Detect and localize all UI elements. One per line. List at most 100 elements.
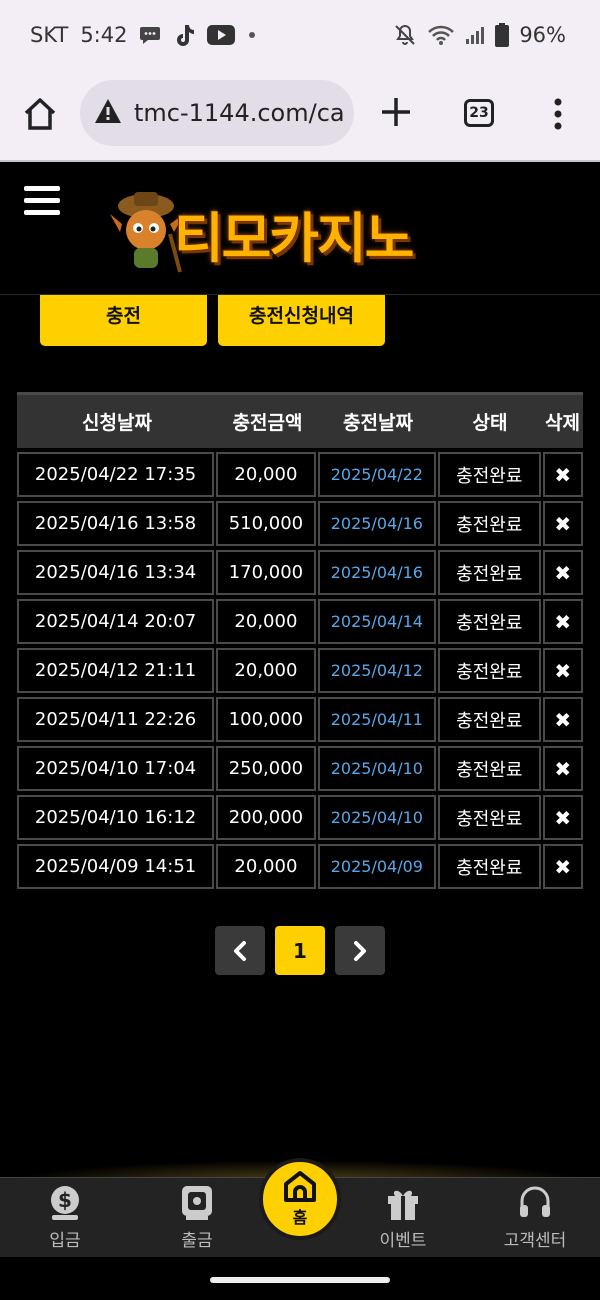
tabs-icon[interactable]: 23 xyxy=(464,99,494,127)
delete-icon[interactable]: ✖ xyxy=(542,599,583,644)
table-row: 2025/04/11 22:26 100,000 2025/04/11 충전완료 ✖ xyxy=(17,697,583,742)
table-row: 2025/04/16 13:58 510,000 2025/04/16 충전완료 ✖ xyxy=(17,501,583,546)
pagination: 1 xyxy=(215,926,385,975)
cell-status: 충전완료 xyxy=(438,746,541,791)
cell-charge-date: 2025/04/16 xyxy=(317,550,436,595)
site-logo[interactable]: 티모카지노 xyxy=(108,184,478,274)
next-page-button[interactable] xyxy=(335,926,385,975)
delete-icon[interactable]: ✖ xyxy=(542,844,583,889)
chevron-right-icon xyxy=(354,940,366,961)
delete-icon[interactable]: ✖ xyxy=(542,452,583,497)
tab-count: 23 xyxy=(469,105,489,121)
header-delete: 삭제 xyxy=(545,412,580,434)
mute-icon xyxy=(393,23,417,47)
delete-icon[interactable]: ✖ xyxy=(542,550,583,595)
site-header: 티모카지노 xyxy=(0,162,600,295)
browser-toolbar: tmc-1144.com/ca 23 xyxy=(0,70,600,162)
hamburger-menu-icon[interactable] xyxy=(24,186,60,218)
prev-page-button[interactable] xyxy=(215,926,265,975)
cell-charge-date: 2025/04/22 xyxy=(317,452,436,497)
cell-amount: 20,000 xyxy=(216,648,316,693)
cell-amount: 510,000 xyxy=(216,501,316,546)
battery-icon xyxy=(495,23,510,47)
url-text[interactable]: tmc-1144.com/ca xyxy=(134,99,345,127)
charge-history-table: 신청날짜 충전금액 충전날짜 상태 삭제 2025/04/22 17:35 20,… xyxy=(17,392,583,889)
cell-status: 충전완료 xyxy=(438,599,541,644)
plus-icon[interactable] xyxy=(378,94,414,130)
status-bar: SKT 5:42 96% xyxy=(0,0,600,70)
gesture-bar xyxy=(0,1257,600,1300)
more-icon[interactable] xyxy=(548,96,568,132)
nav-deposit-label: 입금 xyxy=(49,1231,81,1251)
carrier-label: SKT xyxy=(30,23,69,47)
warning-icon[interactable] xyxy=(94,98,122,128)
cell-status: 충전완료 xyxy=(438,452,541,497)
table-row: 2025/04/10 16:12 200,000 2025/04/10 충전완료 ✖ xyxy=(17,795,583,840)
headset-icon xyxy=(485,1184,585,1222)
cell-status: 충전완료 xyxy=(438,697,541,742)
nav-withdraw[interactable]: 출금 xyxy=(147,1184,247,1251)
cell-amount: 20,000 xyxy=(216,452,316,497)
cell-request-date: 2025/04/14 20:07 xyxy=(17,599,215,644)
delete-icon[interactable]: ✖ xyxy=(542,648,583,693)
cell-status: 충전완료 xyxy=(438,550,541,595)
nav-home-button[interactable]: 홈 xyxy=(259,1158,341,1240)
svg-text:$: $ xyxy=(58,1188,72,1212)
home-icon[interactable] xyxy=(22,96,58,132)
signal-icon xyxy=(465,25,485,45)
cell-request-date: 2025/04/12 21:11 xyxy=(17,648,215,693)
cell-request-date: 2025/04/16 13:34 xyxy=(17,550,215,595)
cell-amount: 250,000 xyxy=(216,746,316,791)
home-nav-icon xyxy=(284,1171,316,1202)
logo-text: 티모카지노 xyxy=(174,207,414,270)
cell-charge-date: 2025/04/12 xyxy=(317,648,436,693)
cell-status: 충전완료 xyxy=(438,844,541,889)
table-header: 신청날짜 충전금액 충전날짜 상태 삭제 xyxy=(17,392,583,448)
tab-charge-history[interactable]: 충전신청내역 xyxy=(218,295,385,346)
header-amount: 충전금액 xyxy=(232,412,303,434)
cell-request-date: 2025/04/10 17:04 xyxy=(17,746,215,791)
nav-support-label: 고객센터 xyxy=(503,1231,567,1251)
header-request-date: 신청날짜 xyxy=(82,412,152,434)
cell-request-date: 2025/04/09 14:51 xyxy=(17,844,215,889)
cell-charge-date: 2025/04/10 xyxy=(317,746,436,791)
page-1-button[interactable]: 1 xyxy=(275,926,325,975)
clock: 5:42 xyxy=(80,23,128,47)
nav-support[interactable]: 고객센터 xyxy=(485,1184,585,1251)
cell-charge-date: 2025/04/10 xyxy=(317,795,436,840)
tiktok-icon xyxy=(173,23,195,47)
address-bar[interactable]: tmc-1144.com/ca xyxy=(80,80,354,146)
cell-charge-date: 2025/04/14 xyxy=(317,599,436,644)
chevron-left-icon xyxy=(234,940,246,961)
battery-percent: 96% xyxy=(519,23,566,47)
cell-status: 충전완료 xyxy=(438,501,541,546)
tab-charge[interactable]: 충전 xyxy=(40,295,207,346)
nav-deposit[interactable]: $ 입금 xyxy=(15,1184,115,1251)
nav-event[interactable]: 이벤트 xyxy=(353,1184,453,1251)
delete-icon[interactable]: ✖ xyxy=(542,746,583,791)
table-row: 2025/04/22 17:35 20,000 2025/04/22 충전완료 ✖ xyxy=(17,452,583,497)
delete-icon[interactable]: ✖ xyxy=(542,795,583,840)
wallet-icon xyxy=(147,1184,247,1222)
nav-event-label: 이벤트 xyxy=(379,1231,427,1251)
youtube-icon xyxy=(207,25,236,45)
cell-amount: 20,000 xyxy=(216,844,316,889)
delete-icon[interactable]: ✖ xyxy=(542,697,583,742)
cell-status: 충전완료 xyxy=(438,648,541,693)
table-row: 2025/04/10 17:04 250,000 2025/04/10 충전완료 ✖ xyxy=(17,746,583,791)
table-row: 2025/04/09 14:51 20,000 2025/04/09 충전완료 ✖ xyxy=(17,844,583,889)
delete-icon[interactable]: ✖ xyxy=(542,501,583,546)
status-right: 96% xyxy=(393,23,566,47)
gift-icon xyxy=(353,1184,453,1222)
cell-amount: 20,000 xyxy=(216,599,316,644)
table-body: 2025/04/22 17:35 20,000 2025/04/22 충전완료 ✖ 202… xyxy=(17,452,583,889)
nav-home-label: 홈 xyxy=(292,1208,308,1227)
coin-icon: $ xyxy=(15,1184,115,1222)
table-row: 2025/04/14 20:07 20,000 2025/04/14 충전완료 ✖ xyxy=(17,599,583,644)
cell-charge-date: 2025/04/16 xyxy=(317,501,436,546)
gesture-handle[interactable] xyxy=(210,1277,390,1283)
table-row: 2025/04/12 21:11 20,000 2025/04/12 충전완료 ✖ xyxy=(17,648,583,693)
cell-request-date: 2025/04/11 22:26 xyxy=(17,697,215,742)
header-charge-date: 충전날짜 xyxy=(343,412,413,434)
cell-request-date: 2025/04/22 17:35 xyxy=(17,452,215,497)
